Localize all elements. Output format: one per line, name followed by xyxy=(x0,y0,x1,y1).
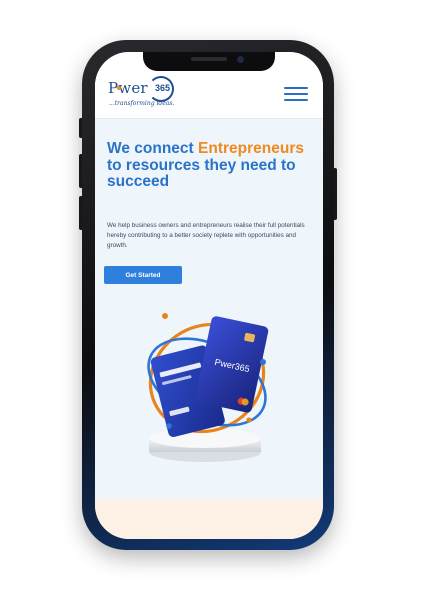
payment-cards-illustration: Pwer365 xyxy=(147,313,269,462)
brand-logo[interactable]: Pwer 365 xyxy=(108,76,174,102)
get-started-button[interactable]: Get Started xyxy=(104,266,182,284)
hero-title-part2: to resources they need to succeed xyxy=(107,156,296,190)
notch-speaker xyxy=(191,57,227,61)
orbit-dot xyxy=(260,359,266,365)
next-section-band xyxy=(95,499,323,539)
menu-icon-bar xyxy=(284,93,308,95)
logo-drop-icon xyxy=(117,86,121,90)
logo-word: Pwer xyxy=(108,79,148,97)
phone-screen: Pwer 365 ...transforming ideas. We conne… xyxy=(95,52,323,539)
orbit-dot xyxy=(246,417,252,423)
menu-icon-bar xyxy=(284,99,308,101)
orbit-dot xyxy=(166,423,172,429)
menu-icon[interactable] xyxy=(284,87,308,102)
notch-camera xyxy=(237,56,244,63)
orbit-dot xyxy=(162,313,168,319)
logo-number: 365 xyxy=(155,83,171,93)
hero-description: We help business owners and entrepreneur… xyxy=(107,222,305,249)
phone-notch xyxy=(143,52,275,71)
hero-title-part1: We connect xyxy=(107,140,194,157)
hero-title-accent: Entrepreneurs xyxy=(198,140,304,157)
logo-tagline: ...transforming ideas. xyxy=(109,100,175,107)
menu-icon-bar xyxy=(284,87,308,89)
hero-title: We connect Entrepreneurs to resources th… xyxy=(107,140,313,191)
